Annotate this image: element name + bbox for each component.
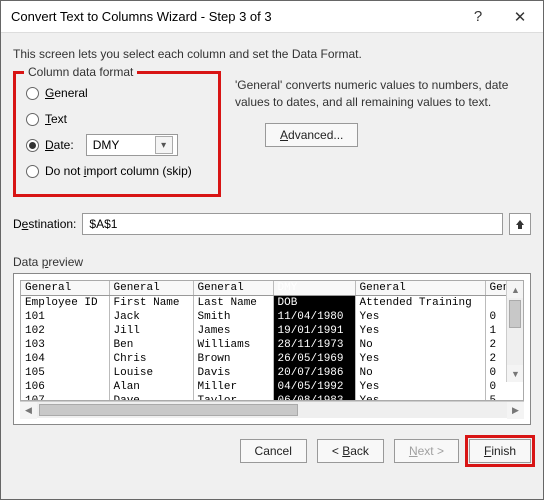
table-cell[interactable]: 105: [21, 366, 109, 380]
format-legend: Column data format: [24, 65, 137, 79]
table-cell[interactable]: Miller: [193, 380, 273, 394]
table-cell[interactable]: No: [355, 338, 485, 352]
column-header[interactable]: General: [109, 281, 193, 296]
table-cell[interactable]: Yes: [355, 324, 485, 338]
horizontal-scrollbar[interactable]: ◀ ▶: [20, 401, 524, 418]
table-cell[interactable]: No: [355, 366, 485, 380]
wizard-dialog: Convert Text to Columns Wizard - Step 3 …: [0, 0, 544, 500]
table-cell[interactable]: Chris: [109, 352, 193, 366]
table-cell[interactable]: Jill: [109, 324, 193, 338]
close-button[interactable]: ✕: [499, 2, 541, 32]
scroll-thumb[interactable]: [39, 404, 298, 416]
button-bar: Cancel < Back Next > Finish: [13, 439, 531, 463]
scroll-down-icon[interactable]: ▼: [507, 365, 524, 382]
table-cell[interactable]: Employee ID: [21, 296, 109, 311]
radio-icon: [26, 165, 39, 178]
table-cell[interactable]: Yes: [355, 352, 485, 366]
column-header[interactable]: General: [193, 281, 273, 296]
next-button: Next >: [394, 439, 459, 463]
back-button[interactable]: < Back: [317, 439, 384, 463]
table-cell[interactable]: Yes: [355, 380, 485, 394]
cancel-button[interactable]: Cancel: [240, 439, 307, 463]
titlebar: Convert Text to Columns Wizard - Step 3 …: [1, 1, 543, 33]
table-cell[interactable]: 103: [21, 338, 109, 352]
table-cell[interactable]: 0: [485, 380, 524, 394]
table-cell[interactable]: Last Name: [193, 296, 273, 311]
table-cell[interactable]: 04/05/1992: [273, 380, 355, 394]
format-description: 'General' converts numeric values to num…: [235, 77, 527, 111]
table-cell[interactable]: 5: [485, 394, 524, 401]
data-preview: GeneralGeneralGeneralDMYGeneralGeneralGe…: [13, 273, 531, 425]
table-cell[interactable]: 104: [21, 352, 109, 366]
radio-label: Do not import column (skip): [45, 164, 192, 178]
column-header[interactable]: DMY: [273, 281, 355, 296]
destination-label: Destination:: [13, 217, 76, 231]
scroll-up-icon[interactable]: ▲: [507, 281, 524, 298]
table-cell[interactable]: DOB: [273, 296, 355, 311]
radio-icon: [26, 87, 39, 100]
radio-date[interactable]: Date: DMY ▾: [26, 132, 208, 158]
column-header[interactable]: General: [355, 281, 485, 296]
table-cell[interactable]: Louise: [109, 366, 193, 380]
preview-grid[interactable]: GeneralGeneralGeneralDMYGeneralGeneralGe…: [20, 280, 524, 401]
table-cell[interactable]: 28/11/1973: [273, 338, 355, 352]
radio-label: Date:: [45, 138, 74, 152]
table-cell[interactable]: Attended Training: [355, 296, 485, 311]
vertical-scrollbar[interactable]: ▲ ▼: [506, 281, 523, 382]
table-cell[interactable]: Smith: [193, 310, 273, 324]
advanced-button[interactable]: Advanced...: [265, 123, 358, 147]
destination-input[interactable]: [82, 213, 503, 235]
radio-general[interactable]: General: [26, 80, 208, 106]
table-cell[interactable]: Yes: [355, 394, 485, 401]
table-cell[interactable]: 19/01/1991: [273, 324, 355, 338]
radio-label: Text: [45, 112, 67, 126]
scroll-right-icon[interactable]: ▶: [507, 402, 524, 419]
help-button[interactable]: ?: [457, 2, 499, 32]
radio-icon: [26, 139, 39, 152]
column-data-format-group: Column data format General Text Date: DM…: [13, 71, 221, 197]
finish-button[interactable]: Finish: [469, 439, 531, 463]
table-cell[interactable]: 107: [21, 394, 109, 401]
radio-text[interactable]: Text: [26, 106, 208, 132]
table-cell[interactable]: 11/04/1980: [273, 310, 355, 324]
date-format-select[interactable]: DMY ▾: [86, 134, 178, 156]
radio-skip[interactable]: Do not import column (skip): [26, 158, 208, 184]
table-cell[interactable]: 102: [21, 324, 109, 338]
data-preview-label: Data preview: [13, 255, 531, 269]
table-cell[interactable]: Yes: [355, 310, 485, 324]
table-cell[interactable]: Alan: [109, 380, 193, 394]
dialog-title: Convert Text to Columns Wizard - Step 3 …: [11, 9, 457, 24]
table-cell[interactable]: Davis: [193, 366, 273, 380]
select-value: DMY: [93, 138, 120, 152]
intro-text: This screen lets you select each column …: [13, 47, 531, 61]
scroll-thumb[interactable]: [509, 300, 521, 328]
column-header[interactable]: General: [21, 281, 109, 296]
table-cell[interactable]: 101: [21, 310, 109, 324]
table-cell[interactable]: Ben: [109, 338, 193, 352]
table-cell[interactable]: James: [193, 324, 273, 338]
table-cell[interactable]: 06/08/1983: [273, 394, 355, 401]
table-cell[interactable]: Williams: [193, 338, 273, 352]
scroll-left-icon[interactable]: ◀: [20, 402, 37, 419]
radio-icon: [26, 113, 39, 126]
radio-label: General: [45, 86, 88, 100]
table-cell[interactable]: 106: [21, 380, 109, 394]
table-cell[interactable]: 20/07/1986: [273, 366, 355, 380]
table-cell[interactable]: 26/05/1969: [273, 352, 355, 366]
table-cell[interactable]: Brown: [193, 352, 273, 366]
arrow-up-icon: [514, 218, 526, 230]
table-cell[interactable]: Dave: [109, 394, 193, 401]
collapse-dialog-button[interactable]: [509, 213, 531, 235]
chevron-down-icon: ▾: [155, 136, 173, 154]
table-cell[interactable]: Taylor: [193, 394, 273, 401]
table-cell[interactable]: Jack: [109, 310, 193, 324]
table-cell[interactable]: First Name: [109, 296, 193, 311]
